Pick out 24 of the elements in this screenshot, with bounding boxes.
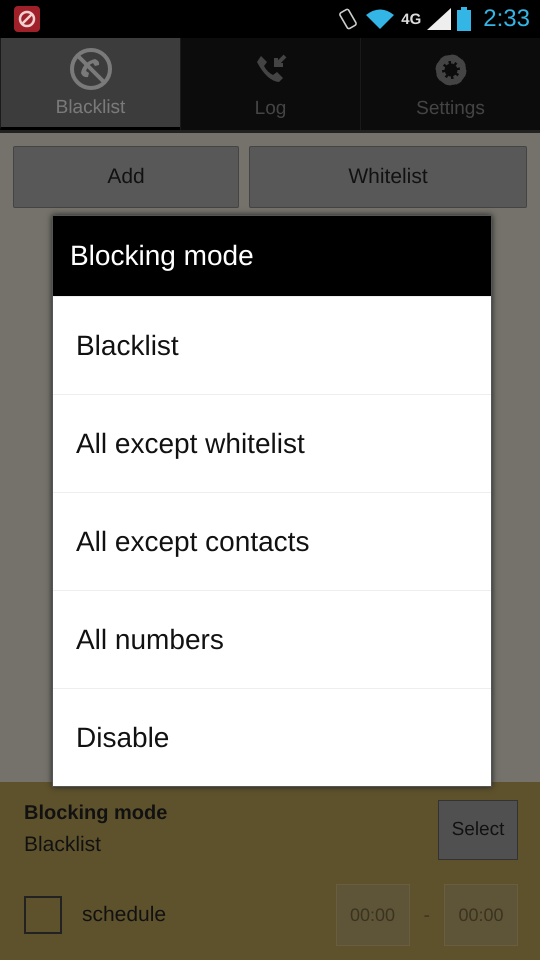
network-label: 4G <box>401 10 422 28</box>
signal-icon <box>427 8 452 30</box>
mode-option[interactable]: Blacklist <box>53 296 491 394</box>
mode-option[interactable]: All except whitelist <box>53 394 491 492</box>
mode-value: Blacklist <box>24 832 102 856</box>
dialog-title: Blocking mode <box>53 216 491 296</box>
time-separator: - <box>424 904 430 926</box>
mode-option[interactable]: Disable <box>53 688 491 786</box>
battery-icon <box>457 7 472 31</box>
clock: 2:33 <box>483 5 530 33</box>
select-button[interactable]: Select <box>438 800 518 860</box>
tab[interactable]: Blacklist <box>0 38 180 130</box>
tab[interactable]: Log <box>180 38 360 130</box>
wifi-icon <box>365 8 396 30</box>
vibrate-icon <box>337 7 360 31</box>
action-button[interactable]: Whitelist <box>249 146 527 208</box>
blocked-icon <box>14 6 40 32</box>
blocked-call-icon <box>68 46 112 90</box>
mode-option[interactable]: All numbers <box>53 590 491 688</box>
schedule-label: schedule <box>82 903 166 927</box>
panel-title: Blocking mode <box>24 802 168 824</box>
mode-option[interactable]: All except contacts <box>53 492 491 590</box>
action-button[interactable]: Add <box>13 146 239 208</box>
tab[interactable]: Settings <box>360 38 540 130</box>
